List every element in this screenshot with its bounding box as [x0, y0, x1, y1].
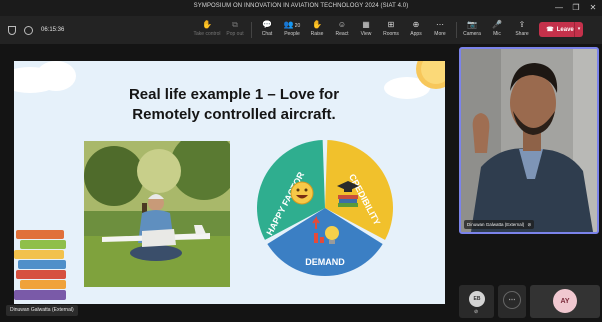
- participant-tile-hidden[interactable]: ⋯: [498, 285, 526, 318]
- minimize-icon[interactable]: —: [553, 2, 565, 14]
- pop-out-button[interactable]: ⧉ Pop out: [221, 19, 249, 41]
- participant-tile-ay[interactable]: AY: [530, 285, 600, 318]
- participant-video-feed: [461, 49, 597, 232]
- meeting-toolbar: 06:15:36 ✋ Take control ⧉ Pop out 💬 Chat…: [0, 16, 602, 44]
- view-button[interactable]: ▦ View: [352, 19, 380, 41]
- close-icon[interactable]: ✕: [587, 2, 599, 14]
- people-button[interactable]: 👥20 People: [278, 19, 306, 41]
- recording-icon: [24, 25, 33, 35]
- motivation-pie-diagram: HAPPY FACTOR CREDIBILITY DEMAND: [257, 140, 393, 276]
- window-title: SYMPOSIUM ON INNOVATION IN AVIATION TECH…: [193, 3, 409, 9]
- share-icon: ⇪: [518, 20, 526, 29]
- teams-meeting-window: SYMPOSIUM ON INNOVATION IN AVIATION TECH…: [0, 0, 602, 322]
- chat-button[interactable]: 💬 Chat: [253, 19, 281, 41]
- rooms-icon: ⊞: [387, 20, 395, 29]
- more-button[interactable]: ⋯ More: [426, 19, 454, 41]
- mic-button[interactable]: 🎤 Mic: [483, 19, 511, 41]
- video-name-caption: Dinuwan Galwatta (External) ⊘: [464, 220, 535, 229]
- leave-options-chevron-icon[interactable]: ▾: [574, 22, 583, 37]
- toolbar-divider: [251, 22, 252, 38]
- shared-screen-slide: Real life example 1 – Love for Remotely …: [14, 61, 445, 304]
- take-control-button[interactable]: ✋ Take control: [193, 19, 221, 41]
- people-icon: 👥: [283, 20, 294, 29]
- more-icon: ⋯: [436, 20, 444, 29]
- popout-icon: ⧉: [232, 20, 238, 29]
- rooms-button[interactable]: ⊞ Rooms: [377, 19, 405, 41]
- view-icon: ▦: [362, 20, 370, 29]
- mic-icon: 🎤: [492, 20, 502, 29]
- mic-muted-icon: ⊘: [527, 222, 532, 227]
- avatar-eb: EB: [469, 291, 485, 307]
- chat-icon: 💬: [262, 20, 272, 29]
- raise-hand-button[interactable]: ✋ Raise: [303, 19, 331, 41]
- title-bar: SYMPOSIUM ON INNOVATION IN AVIATION TECH…: [0, 0, 602, 16]
- photo-man-with-rc-plane: [84, 141, 230, 287]
- demand-segment-label: DEMAND: [305, 257, 345, 267]
- mic-muted-icon: ⊘: [474, 309, 479, 315]
- meeting-info: 06:15:36: [8, 25, 64, 35]
- phone-hangup-icon: ☎: [546, 27, 554, 33]
- more-participants-icon: ⋯: [503, 291, 521, 309]
- participant-tile-eb[interactable]: EB ⊘: [459, 285, 494, 318]
- svg-text:DEMAND: DEMAND: [305, 257, 345, 267]
- camera-button[interactable]: 📷 Camera: [458, 19, 486, 41]
- presenter-name-caption: Dinuwan Galwatta (External): [6, 305, 78, 316]
- slide-title: Real life example 1 – Love for Remotely …: [128, 86, 340, 123]
- people-count-badge: 20: [294, 23, 301, 29]
- stack-of-books-illustration: [14, 230, 66, 300]
- shield-icon[interactable]: [8, 25, 16, 35]
- meeting-timer: 06:15:36: [41, 27, 65, 33]
- maximize-icon[interactable]: ❐: [570, 2, 582, 14]
- share-button[interactable]: ⇪ Share: [508, 19, 536, 41]
- toolbar-divider: [456, 22, 457, 38]
- cloud-decoration: [36, 61, 76, 91]
- camera-icon: 📷: [467, 20, 477, 29]
- participant-video-tile[interactable]: Dinuwan Galwatta (External) ⊘: [459, 47, 599, 234]
- hand-icon: ✋: [202, 20, 212, 29]
- sun-illustration: [416, 61, 445, 89]
- smiley-face-icon: [290, 181, 314, 205]
- avatar-ay: AY: [553, 289, 577, 313]
- raise-hand-icon: ✋: [312, 20, 322, 29]
